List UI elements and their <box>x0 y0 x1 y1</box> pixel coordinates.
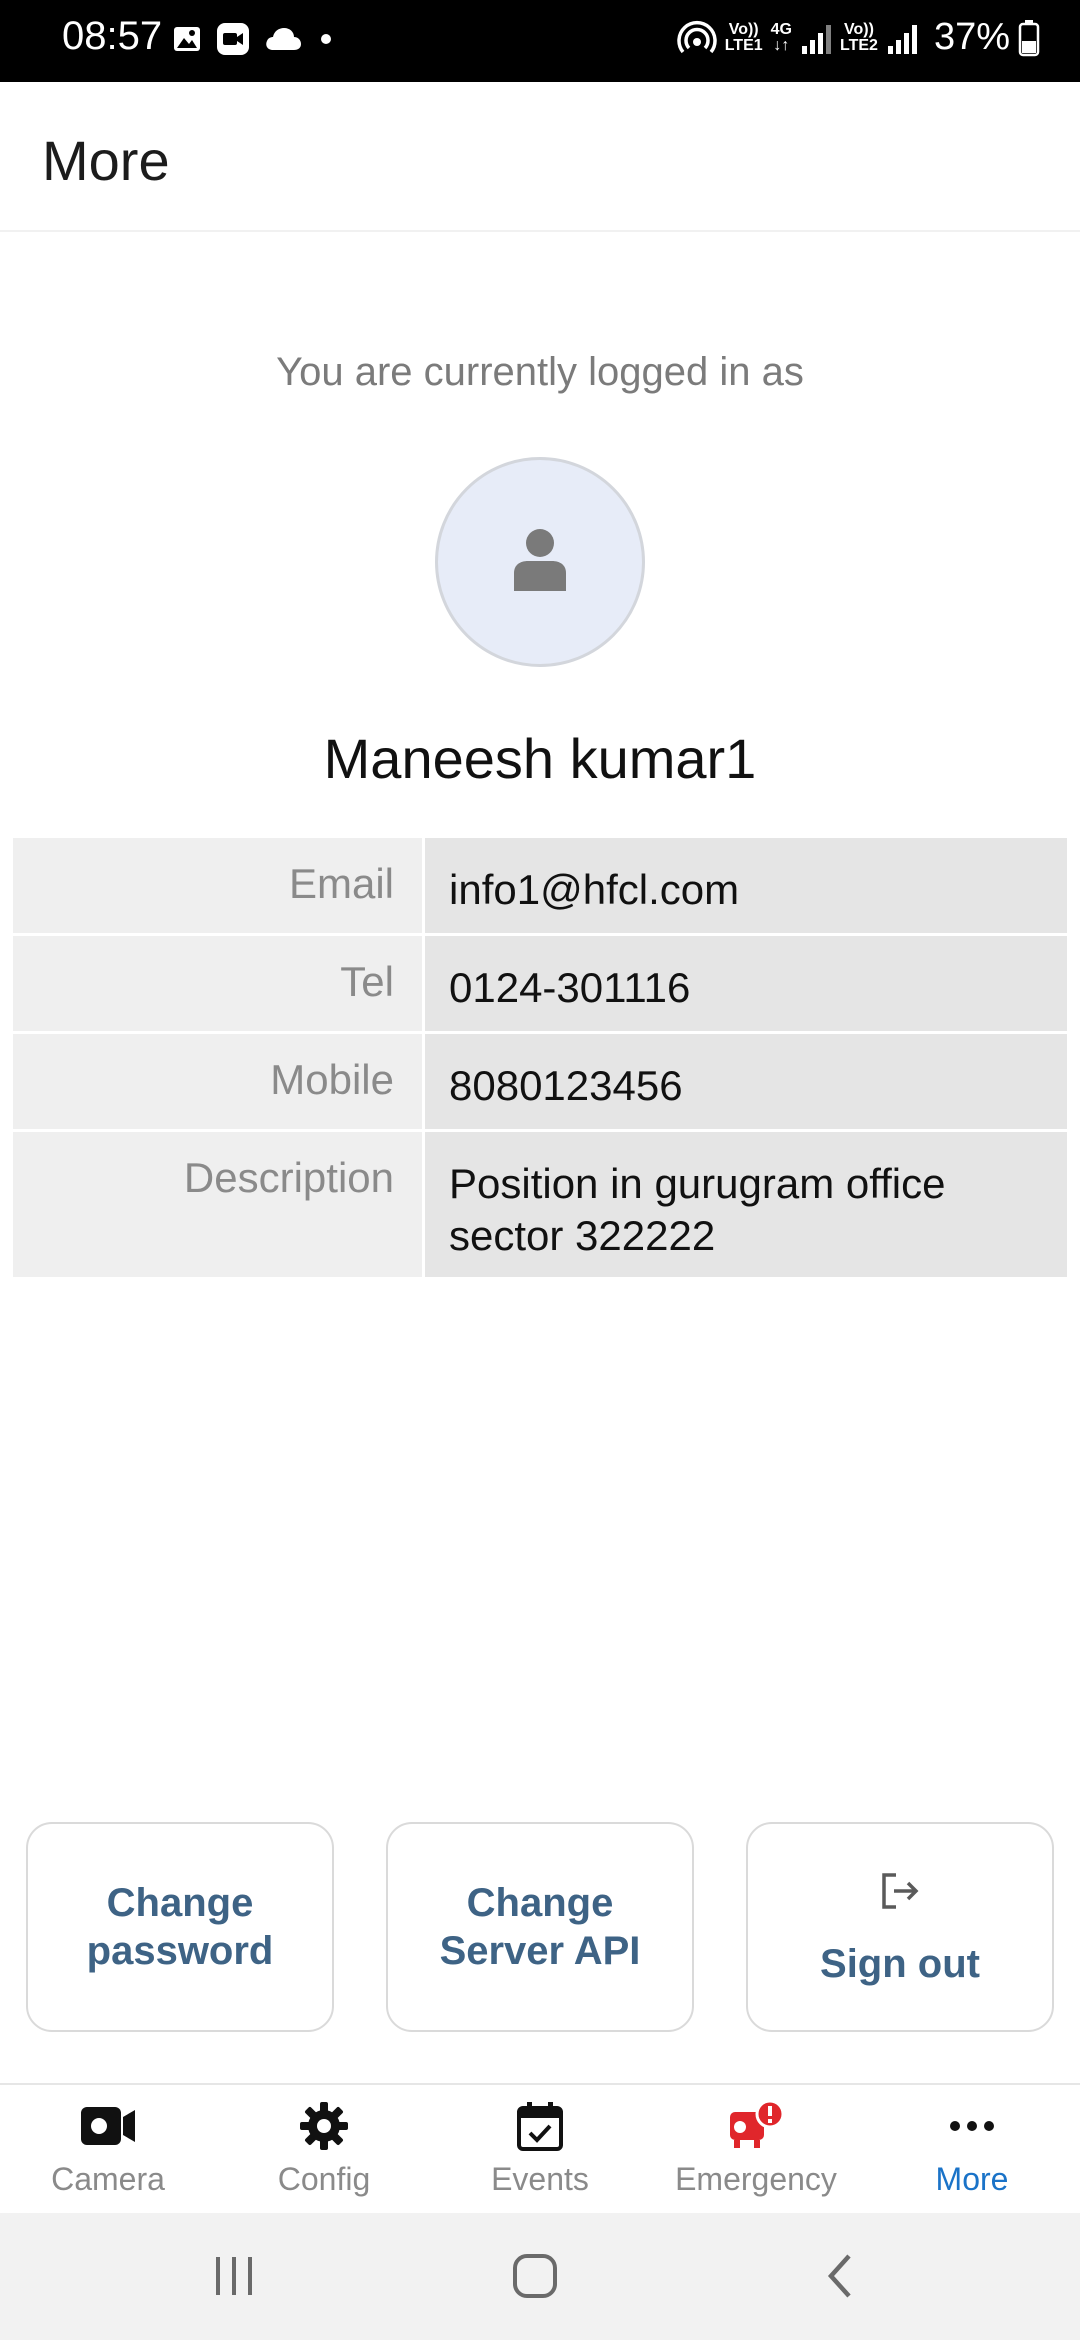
signal-1-icon <box>800 20 832 56</box>
detail-value: info1@hfcl.com <box>425 838 1067 933</box>
app-header: More <box>0 82 1080 232</box>
video-call-icon <box>216 22 250 56</box>
table-row: Email info1@hfcl.com <box>13 838 1067 936</box>
recent-apps-button[interactable] <box>204 2243 264 2309</box>
back-button[interactable] <box>810 2243 870 2309</box>
calendar-check-icon <box>516 2097 564 2155</box>
dot-icon <box>316 29 336 49</box>
status-system-icons: Vo)) LTE1 4G ↓↑ Vo)) LTE2 37% <box>677 16 1040 59</box>
volte-2-icon: Vo)) LTE2 <box>840 20 878 54</box>
sign-out-icon <box>876 1867 924 1926</box>
change-server-label-line1: Change <box>466 1881 614 1925</box>
sign-out-button[interactable]: Sign out <box>746 1822 1054 2032</box>
nav-item-more[interactable]: More <box>864 2097 1080 2207</box>
nav-label: Events <box>491 2161 589 2197</box>
logged-in-caption: You are currently logged in as <box>276 350 804 394</box>
4g-icon: 4G ↓↑ <box>770 20 792 54</box>
table-row: Tel 0124-301116 <box>13 936 1067 1034</box>
detail-value: 8080123456 <box>425 1034 1067 1129</box>
change-password-label-line2: password <box>86 1929 274 1973</box>
cloud-icon <box>264 26 302 52</box>
signal-2-icon <box>886 20 918 56</box>
nav-label: More <box>935 2161 1009 2197</box>
status-bar: 08:57 Vo)) LTE1 4G ↓↑ Vo)) LTE2 37% <box>0 0 1080 82</box>
user-details-table: Email info1@hfcl.com Tel 0124-301116 Mob… <box>13 838 1067 1280</box>
nav-item-camera[interactable]: Camera <box>0 2097 216 2207</box>
nav-item-events[interactable]: Events <box>432 2097 648 2207</box>
table-row: Description Position in gurugram office … <box>13 1132 1067 1280</box>
detail-label: Tel <box>13 936 425 1031</box>
hotspot-icon <box>677 18 717 58</box>
system-navigation-bar <box>0 2213 1080 2340</box>
nav-item-emergency[interactable]: Emergency <box>648 2097 864 2207</box>
sign-out-label: Sign out <box>820 1941 980 1986</box>
home-button[interactable] <box>505 2243 565 2309</box>
table-row: Mobile 8080123456 <box>13 1034 1067 1132</box>
user-icon <box>510 525 570 600</box>
detail-label: Mobile <box>13 1034 425 1129</box>
detail-label: Description <box>13 1132 425 1277</box>
bottom-navigation: Camera Config Events Emergency More <box>0 2083 1080 2213</box>
change-password-button[interactable]: Change password <box>26 1822 334 2032</box>
status-time: 08:57 <box>62 14 163 58</box>
nav-item-config[interactable]: Config <box>216 2097 432 2207</box>
account-actions: Change password Change Server API Sign o… <box>26 1822 1054 2032</box>
gallery-icon <box>172 24 202 54</box>
page-title: More <box>42 129 170 192</box>
status-notification-icons <box>172 22 336 56</box>
change-server-api-button[interactable]: Change Server API <box>386 1822 694 2032</box>
battery-percentage: 37% <box>933 16 1010 58</box>
change-server-label-line2: Server API <box>439 1929 641 1973</box>
nav-label: Camera <box>51 2161 165 2197</box>
nav-label: Config <box>277 2161 371 2197</box>
camera-icon <box>79 2097 137 2155</box>
user-name: Maneesh kumar1 <box>323 727 757 790</box>
emergency-alert-icon <box>726 2097 786 2155</box>
detail-value-line: Position in gurugram office <box>449 1160 946 1207</box>
volte-1-icon: Vo)) LTE1 <box>724 20 763 54</box>
nav-label: Emergency <box>675 2161 837 2197</box>
battery-icon <box>1018 19 1040 57</box>
detail-value: Position in gurugram office sector 32222… <box>425 1132 1067 1277</box>
detail-value-line: sector 322222 <box>449 1212 716 1259</box>
change-password-label-line1: Change <box>106 1881 254 1925</box>
detail-label: Email <box>13 838 425 933</box>
detail-value: 0124-301116 <box>425 936 1067 1031</box>
more-dots-icon <box>948 2097 996 2155</box>
gear-icon <box>298 2097 350 2155</box>
avatar <box>435 457 645 667</box>
